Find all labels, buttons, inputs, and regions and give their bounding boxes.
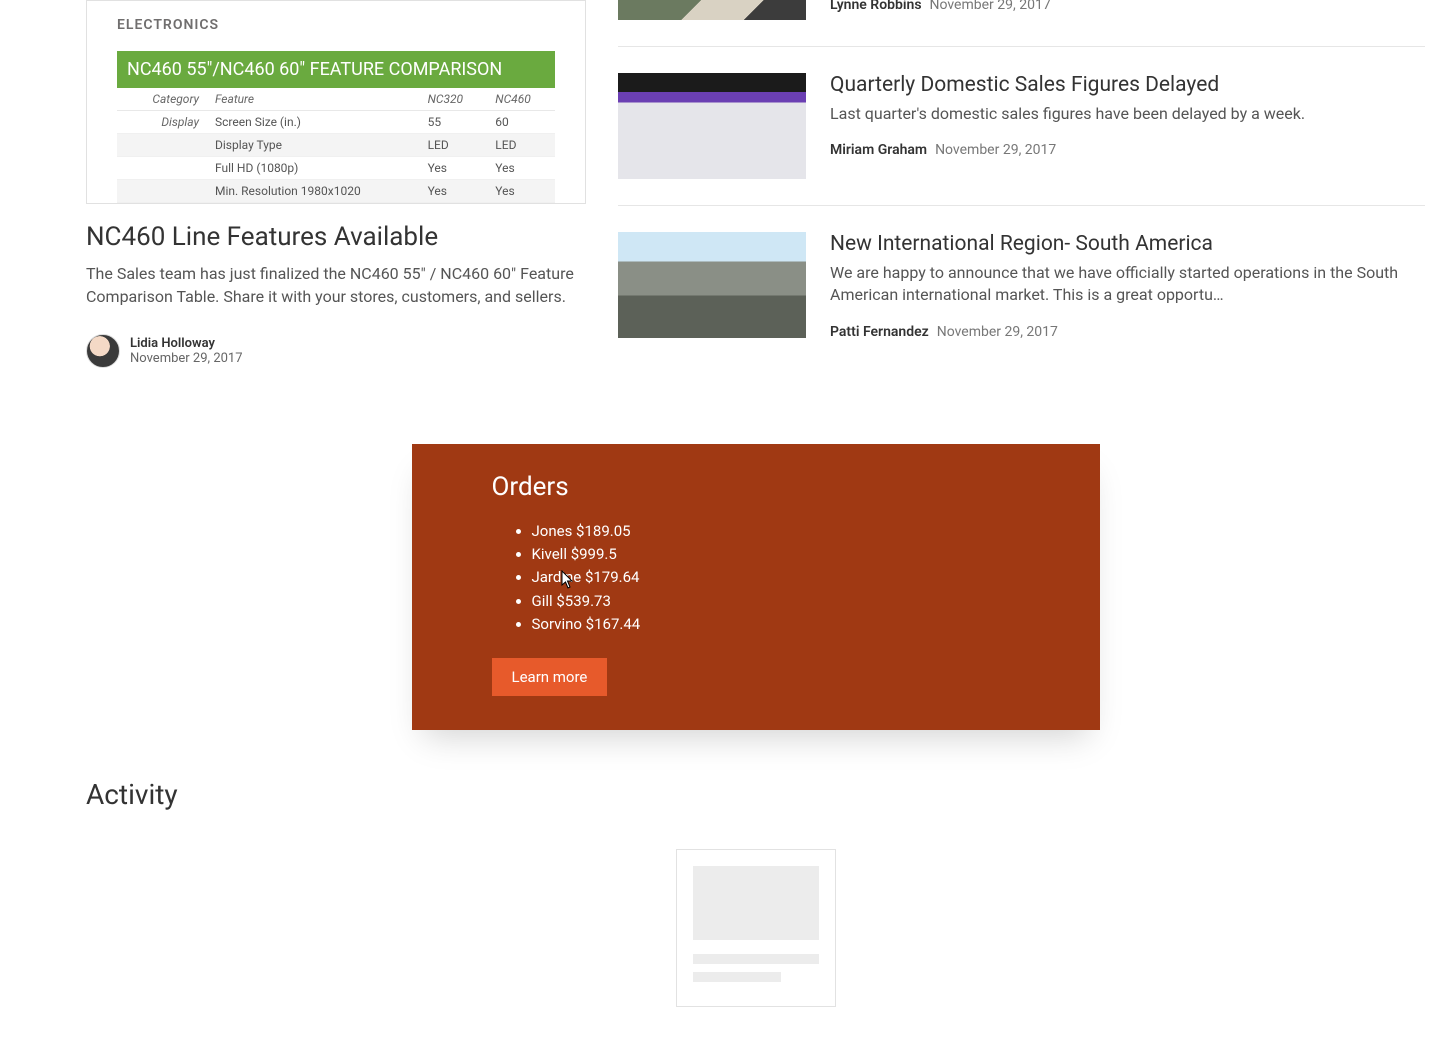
feature-article: ELECTRONICS NC460 55"/NC460 60" FEATURE …: [86, 0, 586, 368]
author-date: November 29, 2017: [130, 351, 243, 366]
orders-list: Jones $189.05 Kivell $999.5 Jardine $179…: [492, 520, 1020, 636]
section-label: ELECTRONICS: [117, 17, 555, 33]
news-thumbnail: [618, 0, 806, 20]
orders-item: Sorvino $167.44: [532, 613, 1020, 636]
feature-card[interactable]: ELECTRONICS NC460 55"/NC460 60" FEATURE …: [86, 0, 586, 204]
news-author: Miriam Graham: [830, 142, 927, 158]
orders-panel: Orders Jones $189.05 Kivell $999.5 Jardi…: [412, 444, 1100, 730]
activity-heading: Activity: [86, 778, 1425, 811]
table-header: NC460: [487, 88, 555, 111]
news-author: Lynne Robbins: [830, 0, 922, 13]
news-description: Last quarter's domestic sales figures ha…: [830, 103, 1425, 125]
author-name: Lidia Holloway: [130, 336, 243, 351]
news-title: New International Region- South America: [830, 232, 1425, 256]
orders-item: Jones $189.05: [532, 520, 1020, 543]
news-item[interactable]: Quarterly Domestic Sales Figures Delayed…: [618, 73, 1425, 206]
news-date: November 29, 2017: [930, 0, 1051, 13]
feature-article-title[interactable]: NC460 Line Features Available: [86, 222, 586, 252]
table-header: NC320: [420, 88, 488, 111]
learn-more-button[interactable]: Learn more: [492, 658, 608, 696]
placeholder-line: [693, 954, 819, 964]
table-header: Feature: [207, 88, 420, 111]
news-thumbnail: [618, 232, 806, 338]
orders-item: Gill $539.73: [532, 590, 1020, 613]
news-author: Patti Fernandez: [830, 324, 929, 340]
feature-article-description: The Sales team has just finalized the NC…: [86, 262, 586, 308]
news-item[interactable]: New International Region- South America …: [618, 232, 1425, 366]
news-thumbnail: [618, 73, 806, 179]
table-header: Category: [117, 88, 207, 111]
table-row: Min. Resolution 1980x1020 Yes Yes: [117, 180, 555, 203]
orders-item: Kivell $999.5: [532, 543, 1020, 566]
placeholder-image-icon: [693, 866, 819, 940]
news-date: November 29, 2017: [935, 142, 1056, 158]
avatar: [86, 334, 120, 368]
news-title: Quarterly Domestic Sales Figures Delayed: [830, 73, 1425, 97]
comparison-table: Category Feature NC320 NC460 Display Scr…: [117, 88, 555, 203]
orders-heading: Orders: [492, 472, 1020, 502]
news-item[interactable]: Lynne Robbins November 29, 2017: [618, 0, 1425, 47]
news-list: Lynne Robbins November 29, 2017 Quarterl…: [618, 0, 1425, 392]
news-description: We are happy to announce that we have of…: [830, 262, 1425, 307]
feature-author: Lidia Holloway November 29, 2017: [86, 334, 586, 368]
comparison-title-bar: NC460 55"/NC460 60" FEATURE COMPARISON: [117, 51, 555, 88]
activity-placeholder-card: [676, 849, 836, 1007]
table-row: Display Type LED LED: [117, 134, 555, 157]
orders-item: Jardine $179.64: [532, 566, 1020, 589]
placeholder-line: [693, 972, 781, 982]
table-row: Display Screen Size (in.) 55 60: [117, 111, 555, 134]
news-date: November 29, 2017: [937, 324, 1058, 340]
table-row: Full HD (1080p) Yes Yes: [117, 157, 555, 180]
